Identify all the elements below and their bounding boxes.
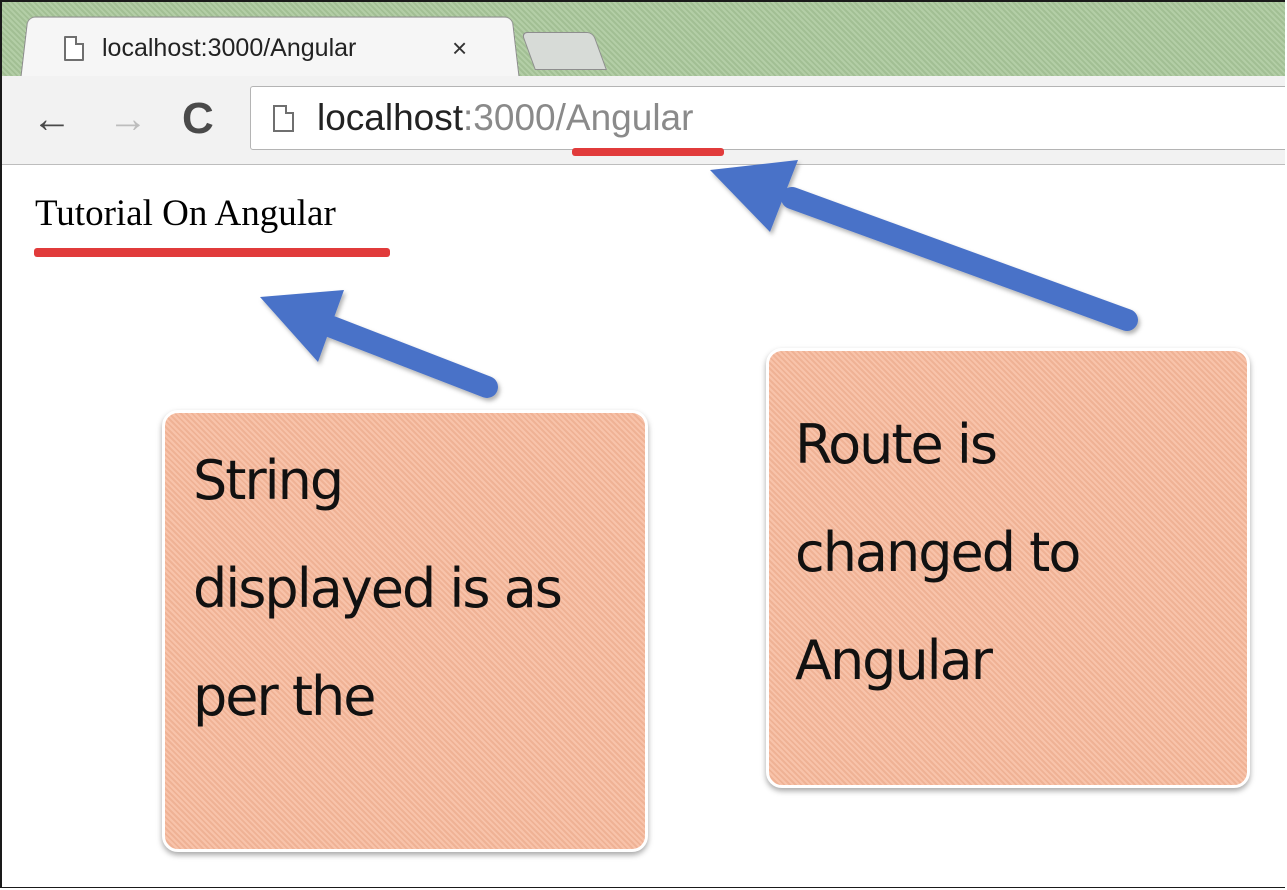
url-text[interactable]: localhost:3000/Angular [317, 95, 693, 141]
browser-window: localhost:3000/Angular × ← → C localhost… [0, 0, 1285, 888]
url-port: :3000 [463, 97, 556, 138]
heading-underline [34, 248, 390, 257]
annotation-note-left: String displayed is as per the [162, 410, 648, 852]
tab-close-icon[interactable]: × [452, 33, 467, 64]
back-arrow-icon[interactable]: ← [32, 94, 72, 144]
url-path: /Angular [555, 97, 694, 138]
page-icon [64, 35, 84, 61]
arrow-to-heading-shaft [321, 316, 498, 398]
tab-content: localhost:3000/Angular × [64, 28, 467, 68]
reload-icon[interactable]: C [182, 94, 214, 144]
tab-title[interactable]: localhost:3000/Angular [102, 34, 432, 63]
arrow-to-url-shaft [781, 187, 1138, 331]
page-heading: Tutorial On Angular [35, 193, 336, 234]
new-tab-button[interactable] [521, 32, 607, 70]
annotation-note-left-text: String displayed is as per the [193, 449, 563, 728]
annotation-note-right-text: Route is changed to Angular [795, 413, 1081, 692]
arrow-to-heading-head [260, 290, 344, 362]
arrow-to-url-head [710, 160, 798, 232]
forward-arrow-icon[interactable]: → [108, 94, 148, 144]
tab-strip: localhost:3000/Angular × [2, 2, 1285, 81]
url-path-underline [572, 148, 724, 156]
page-icon [273, 105, 294, 132]
url-host: localhost [317, 97, 464, 138]
annotation-note-right: Route is changed to Angular [766, 348, 1250, 788]
address-bar[interactable]: localhost:3000/Angular [250, 86, 1285, 150]
